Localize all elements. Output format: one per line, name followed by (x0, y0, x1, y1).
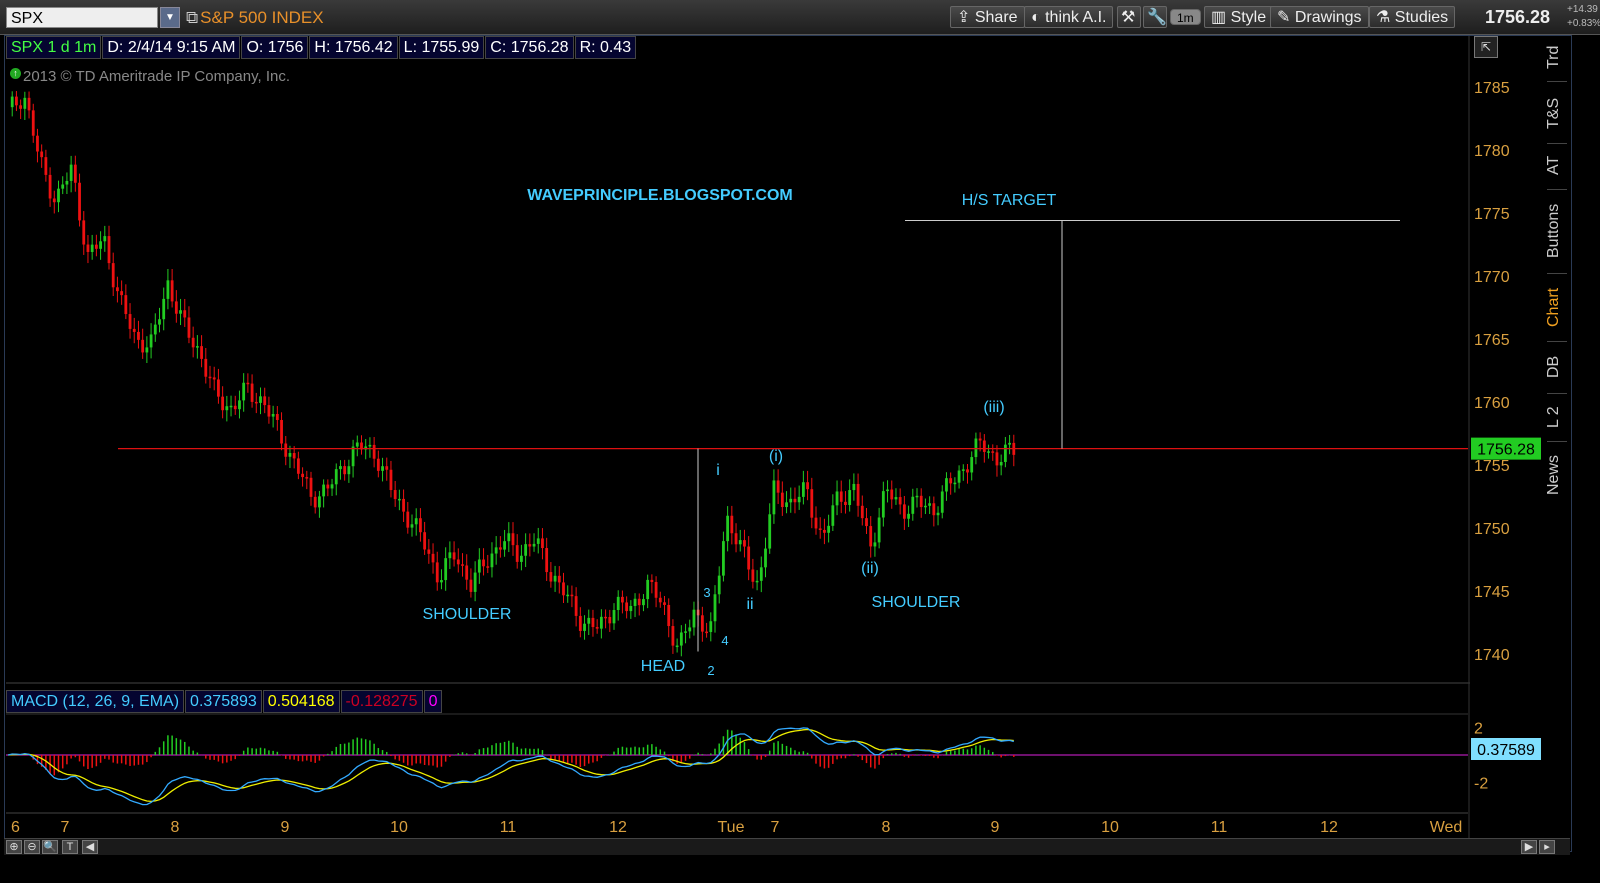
macd-value: 0.375893 (185, 690, 262, 713)
symbol-input[interactable]: SPX (6, 7, 158, 28)
info-symbol: SPX 1 d 1m (6, 36, 102, 59)
style-label: Style (1230, 9, 1267, 26)
side-tab-bar: Trd T&S AT Buttons Chart DB L 2 News (1545, 35, 1569, 515)
think-icon: ◐ (1031, 9, 1046, 26)
tab-divider (1547, 441, 1567, 442)
bottom-strip (0, 856, 1600, 883)
tab-l2[interactable]: L 2 (1545, 399, 1569, 435)
tab-divider (1547, 143, 1567, 144)
scroll-left-icon[interactable]: ◀ (82, 840, 98, 854)
horizontal-scrollbar[interactable] (4, 838, 1570, 855)
change-absolute: +14.39 (1567, 4, 1598, 15)
drawings-label: Drawings (1294, 9, 1362, 26)
symbol-dropdown-button[interactable]: ▼ (160, 7, 180, 28)
macd-info-bar: MACD (12, 26, 9, EMA) 0.375893 0.504168 … (6, 690, 443, 713)
share-button[interactable]: ⇪ Share (950, 6, 1025, 28)
zoom-out-icon[interactable]: ⊖ (24, 840, 40, 854)
style-icon: ▥ (1211, 9, 1231, 26)
tab-buttons[interactable]: Buttons (1545, 195, 1569, 267)
change-percent: +0.83% (1567, 18, 1600, 29)
drawing-tools-icon[interactable]: ⚒ (1117, 6, 1141, 28)
top-toolbar: SPX ▼ ⧉ S&P 500 INDEX ⇪ Share ◐ think A.I… (0, 0, 1600, 35)
info-high: H: 1756.42 (309, 36, 398, 59)
style-button[interactable]: ▥ Style (1204, 6, 1274, 28)
macd-zero: 0 (423, 690, 443, 713)
copyright-notice: ↑ 2013 © TD Ameritrade IP Company, Inc. (10, 68, 290, 85)
info-close: C: 1756.28 (485, 36, 574, 59)
info-open: O: 1756 (241, 36, 309, 59)
pencil-icon: ✎ (1277, 9, 1295, 26)
tab-ts[interactable]: T&S (1545, 87, 1569, 139)
tab-at[interactable]: AT (1545, 147, 1569, 183)
text-tool-icon[interactable]: T (62, 840, 78, 854)
think-label: think A.I. (1045, 9, 1107, 26)
share-label: Share (974, 9, 1018, 26)
info-date: D: 2/4/14 9:15 AM (102, 36, 241, 59)
tab-divider (1547, 189, 1567, 190)
tab-db[interactable]: DB (1545, 347, 1569, 387)
magnifier-icon[interactable]: 🔍 (42, 840, 58, 854)
tab-divider (1547, 273, 1567, 274)
info-icon[interactable]: ↑ (10, 68, 21, 79)
last-price: 1756.28 (1485, 7, 1551, 27)
tab-divider (1547, 81, 1567, 82)
macd-diff: -0.128275 (340, 690, 423, 713)
tab-news[interactable]: News (1545, 447, 1569, 503)
scroll-right-icon[interactable]: ▶ (1521, 840, 1537, 854)
copyright-text: 2013 © TD Ameritrade IP Company, Inc. (23, 68, 291, 85)
tab-trd[interactable]: Trd (1545, 37, 1569, 77)
symbol-name-text: S&P 500 INDEX (200, 8, 324, 27)
link-icon: ⧉ (186, 8, 199, 27)
info-range: R: 0.43 (574, 36, 637, 59)
tab-divider (1547, 341, 1567, 342)
chart-frame (4, 35, 1572, 852)
collapse-panel-icon[interactable]: ⇱ (1474, 36, 1498, 58)
studies-button[interactable]: ⚗ Studies (1369, 6, 1456, 28)
scroll-end-icon[interactable]: ▸ (1539, 840, 1555, 854)
info-low: L: 1755.99 (398, 36, 485, 59)
zoom-in-icon[interactable]: ⊕ (6, 840, 22, 854)
drawings-button[interactable]: ✎ Drawings (1270, 6, 1369, 28)
studies-label: Studies (1394, 9, 1449, 26)
wrench-icon[interactable]: 🔧 (1143, 6, 1167, 28)
price-info-bar: SPX 1 d 1m D: 2/4/14 9:15 AM O: 1756 H: … (6, 36, 637, 59)
interval-badge[interactable]: 1m (1170, 9, 1201, 25)
macd-name: MACD (12, 26, 9, EMA) (6, 690, 185, 713)
think-ai-button[interactable]: ◐ think A.I. (1024, 6, 1114, 28)
studies-icon: ⚗ (1376, 9, 1395, 26)
symbol-name: ⧉ S&P 500 INDEX (186, 8, 324, 28)
macd-avg: 0.504168 (262, 690, 340, 713)
tab-divider (1547, 393, 1567, 394)
share-icon: ⇪ (957, 9, 975, 26)
tab-chart[interactable]: Chart (1545, 279, 1569, 335)
